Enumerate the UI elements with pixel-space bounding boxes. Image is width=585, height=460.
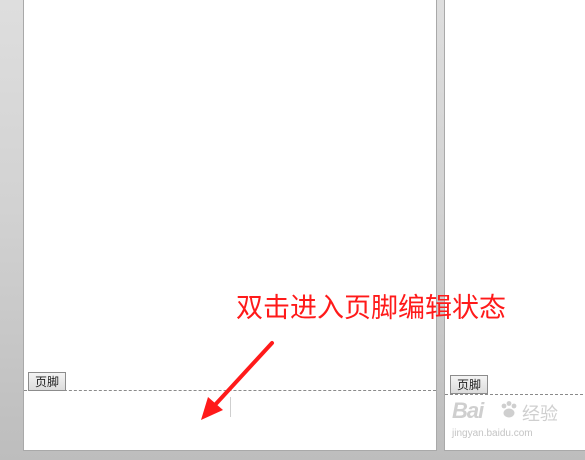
red-arrow-annotation <box>201 341 274 420</box>
watermark-logo-text: Bai <box>452 398 484 423</box>
watermark: Bai 经验 jingyan.baidu.com <box>452 398 580 446</box>
watermark-url: jingyan.baidu.com <box>452 428 533 439</box>
paw-icon <box>501 401 517 418</box>
watermark-logo-suffix: 经验 <box>522 404 558 425</box>
annotation-text: 双击进入页脚编辑状态 <box>236 293 506 324</box>
